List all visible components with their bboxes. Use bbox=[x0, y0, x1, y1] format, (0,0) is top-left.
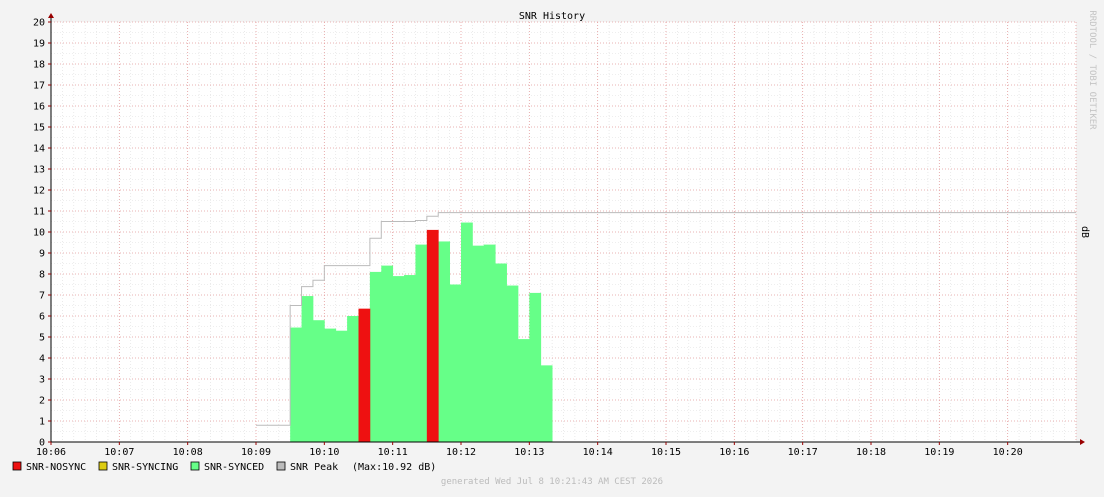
bar-synced bbox=[461, 222, 473, 442]
y-tick-label: 18 bbox=[33, 60, 45, 71]
rrdtool-watermark: RRDTOOL / TOBI OETIKER bbox=[1087, 10, 1097, 130]
x-tick-label: 10:09 bbox=[241, 447, 271, 458]
x-tick-label: 10:11 bbox=[378, 447, 408, 458]
bar-synced bbox=[506, 285, 519, 442]
bar-synced bbox=[290, 327, 302, 442]
y-tick-label: 19 bbox=[33, 39, 45, 50]
x-tick-label: 10:15 bbox=[651, 447, 681, 458]
y-tick-label: 10 bbox=[33, 228, 45, 239]
bar-synced bbox=[495, 263, 507, 442]
bar-nosync bbox=[426, 229, 439, 442]
legend: SNR-NOSYNC SNR-SYNCING SNR-SYNCED SNR Peak (… bbox=[12, 461, 436, 473]
y-tick-label: 12 bbox=[33, 186, 45, 197]
bar-synced bbox=[392, 276, 405, 442]
y-tick-label: 17 bbox=[33, 81, 45, 92]
x-tick-label: 10:18 bbox=[856, 447, 886, 458]
legend-label-syncing: SNR-SYNCING bbox=[112, 462, 178, 473]
y-tick-label: 6 bbox=[39, 312, 45, 323]
bar-synced bbox=[483, 244, 496, 442]
x-tick-label: 10:07 bbox=[104, 447, 134, 458]
legend-swatch-syncing bbox=[98, 461, 108, 471]
bar-synced bbox=[517, 339, 530, 442]
bar-synced bbox=[312, 320, 325, 442]
x-tick-label: 10:08 bbox=[173, 447, 203, 458]
x-tick-label: 10:16 bbox=[719, 447, 749, 458]
y-tick-label: 16 bbox=[33, 102, 45, 113]
bar-nosync bbox=[358, 308, 371, 442]
bar-synced bbox=[404, 275, 416, 442]
bar-synced bbox=[449, 284, 462, 442]
y-tick-label: 15 bbox=[33, 123, 45, 134]
legend-swatch-peak bbox=[276, 461, 286, 471]
y-axis-label: dB bbox=[1079, 226, 1090, 238]
generated-footer: generated Wed Jul 8 10:21:43 AM CEST 202… bbox=[441, 477, 663, 487]
legend-extra-peak: (Max:10.92 dB) bbox=[352, 462, 436, 473]
snr-history-chart: 0 1 2 3 4 5 6 7 8 9 10 11 12 13 14 15 16 17 18 19 20 10:06 10:… bbox=[0, 0, 1104, 493]
bar-synced bbox=[335, 330, 348, 442]
y-tick-label: 4 bbox=[39, 354, 45, 365]
legend-swatch-nosync bbox=[12, 461, 22, 471]
x-tick-label: 10:14 bbox=[583, 447, 613, 458]
legend-label-nosync: SNR-NOSYNC bbox=[26, 462, 86, 473]
y-tick-label: 5 bbox=[39, 333, 45, 344]
y-tick-label: 13 bbox=[33, 165, 45, 176]
x-tick-label: 10:20 bbox=[993, 447, 1023, 458]
legend-label-peak: SNR Peak bbox=[290, 462, 338, 473]
chart-title: SNR History bbox=[519, 11, 585, 22]
bar-synced bbox=[324, 328, 337, 442]
legend-swatch-synced bbox=[190, 461, 200, 471]
bar-synced bbox=[369, 271, 382, 442]
y-tick-label: 1 bbox=[39, 417, 45, 428]
legend-label-synced: SNR-SYNCED bbox=[204, 462, 264, 473]
x-tick-label: 10:13 bbox=[514, 447, 544, 458]
y-tick-label: 7 bbox=[39, 291, 45, 302]
y-tick-label: 2 bbox=[39, 396, 45, 407]
bar-synced bbox=[381, 265, 394, 442]
bar-synced bbox=[415, 244, 428, 442]
x-tick-label: 10:17 bbox=[788, 447, 818, 458]
y-tick-label: 14 bbox=[33, 144, 45, 155]
bar-synced bbox=[472, 245, 485, 442]
y-tick-label: 9 bbox=[39, 249, 45, 260]
y-tick-label: 3 bbox=[39, 375, 45, 386]
chart-canvas: 0123456789101112131415161718192010:06 10:… bbox=[0, 0, 1104, 493]
y-tick-label: 11 bbox=[33, 207, 45, 218]
bar-synced bbox=[301, 296, 314, 442]
bar-synced bbox=[347, 316, 359, 442]
y-tick-label: 8 bbox=[39, 270, 45, 281]
x-tick-label: 10:12 bbox=[446, 447, 476, 458]
x-tick-label: 10:10 bbox=[309, 447, 339, 458]
x-tick-label: 10:19 bbox=[924, 447, 954, 458]
bar-synced bbox=[540, 365, 553, 442]
x-tick-label: 10:06 bbox=[36, 447, 66, 458]
bar-synced bbox=[438, 241, 451, 442]
y-tick-label: 20 bbox=[33, 18, 45, 29]
bar-synced bbox=[529, 292, 542, 442]
